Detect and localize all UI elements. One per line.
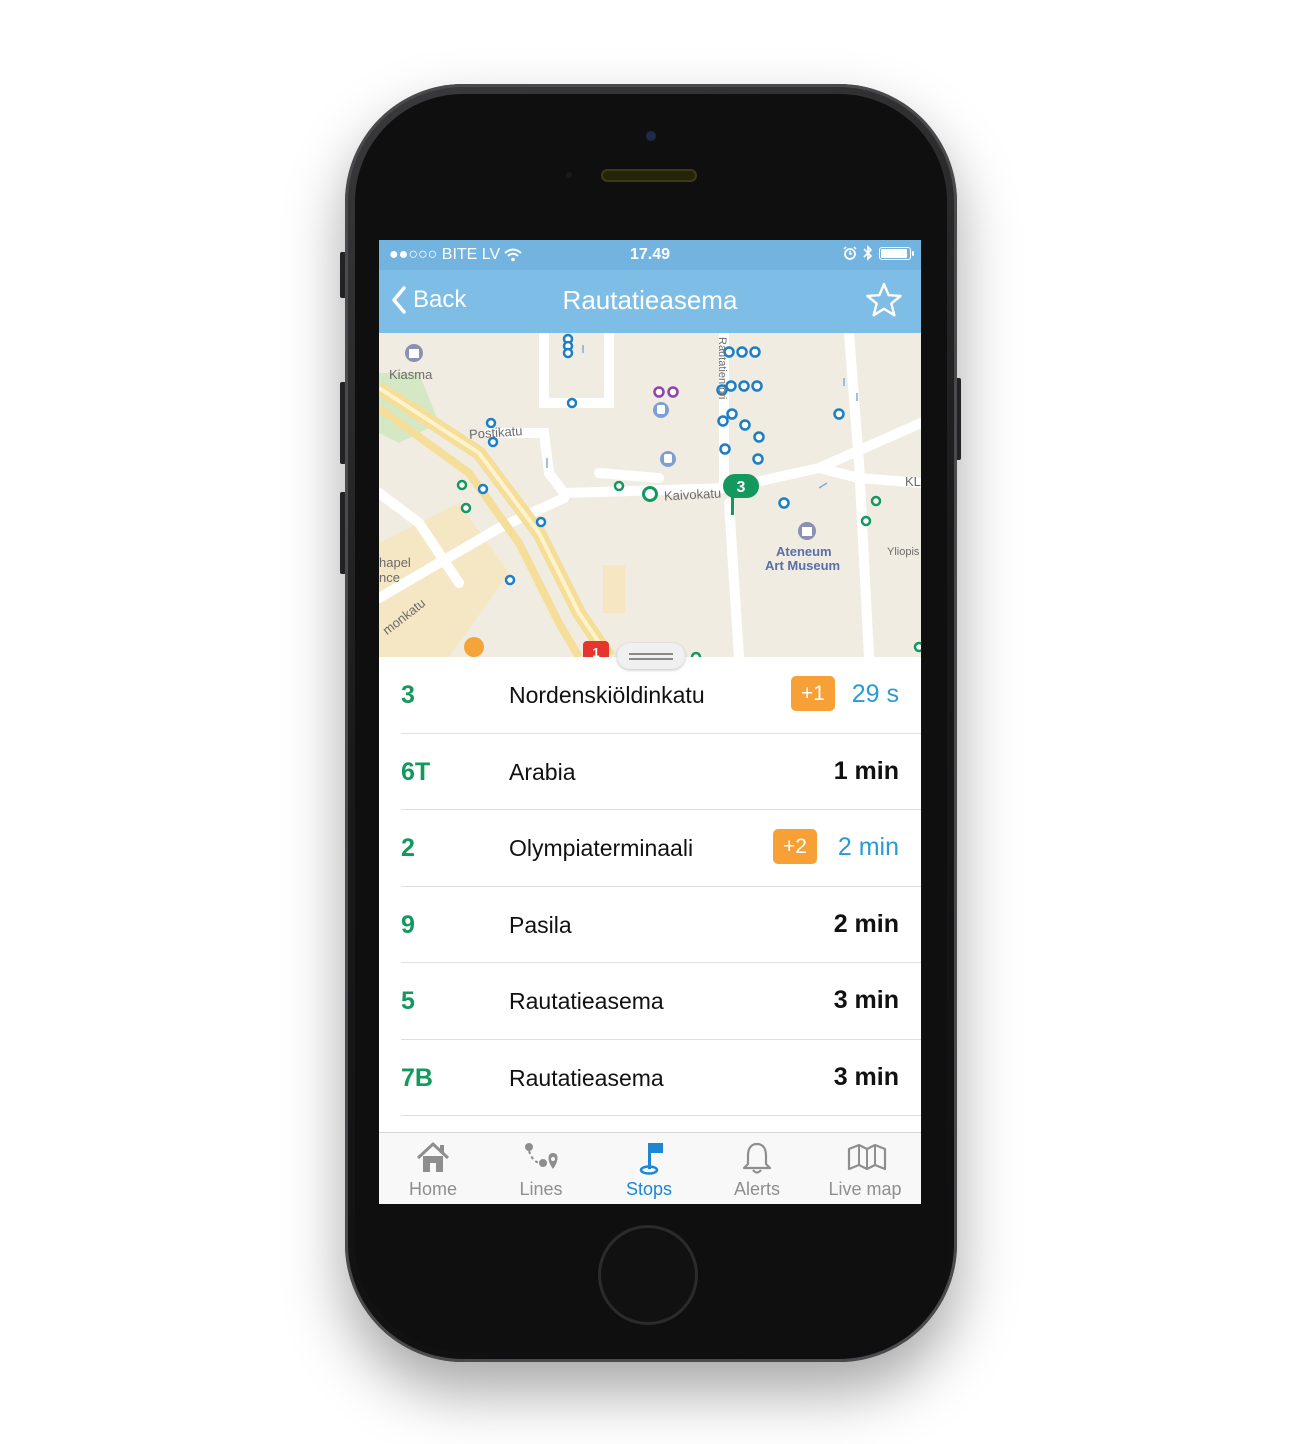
- tab-bar: Home Lines Stops Alerts Live map: [379, 1132, 921, 1204]
- destination: Rautatieasema: [509, 1064, 664, 1091]
- lines-icon: [525, 1143, 558, 1169]
- map-label-art-museum: Art Museum: [765, 558, 841, 573]
- metro-marker[interactable]: 1: [592, 645, 599, 657]
- map-canvas: 3 1: [379, 333, 921, 657]
- tab-label: Home: [408, 1179, 457, 1199]
- destination: Pasila: [509, 911, 572, 938]
- delay-badge: +2: [773, 829, 817, 864]
- departure-time: 29 s: [851, 680, 899, 708]
- departure-time: 1 min: [833, 756, 899, 785]
- departure-list: 3 Nordenskiöldinkatu +1 29 s 6T Arabia 1…: [379, 657, 921, 1116]
- tab-label: Live map: [828, 1179, 902, 1199]
- status-bar: ●●○○○ BITE LV 17.49: [379, 240, 921, 270]
- departure-time: 3 min: [833, 986, 899, 1014]
- departure-row[interactable]: 3 Nordenskiöldinkatu +1 29 s: [379, 657, 921, 734]
- departure-row[interactable]: 5 Rautatieasema 3 min: [379, 963, 921, 1040]
- bluetooth-icon: [863, 245, 873, 261]
- destination: Rautatieasema: [509, 988, 664, 1014]
- route-number: 3: [401, 681, 415, 709]
- tab-alerts[interactable]: Alerts: [703, 1133, 811, 1204]
- tab-live-map[interactable]: Live map: [811, 1133, 919, 1204]
- departure-row[interactable]: 6T Arabia 1 min: [379, 734, 921, 810]
- route-number: 9: [401, 910, 415, 939]
- stop-map[interactable]: 3 1 Kiasma Postikatu Kaivokatu Ateneum A…: [379, 333, 921, 657]
- status-time: 17.49: [629, 246, 671, 263]
- tab-lines[interactable]: Lines: [487, 1133, 595, 1204]
- tab-label: Lines: [519, 1179, 563, 1199]
- proximity-sensor: [566, 172, 572, 178]
- status-right: [843, 245, 914, 261]
- departure-row[interactable]: 2 Olympiaterminaali +2 2 min: [379, 810, 921, 887]
- tab-home[interactable]: Home: [379, 1133, 487, 1204]
- tab-label: Alerts: [733, 1179, 780, 1199]
- tab-label: Stops: [625, 1179, 673, 1199]
- map-label-kaivokatu: Kaivokatu: [663, 485, 722, 504]
- departure-time: 2 min: [837, 833, 899, 861]
- battery-icon: [879, 246, 914, 260]
- map-label-chapel-line2: nce: [379, 570, 400, 585]
- alarm-icon: [843, 246, 857, 260]
- route-number: 7B: [401, 1063, 433, 1092]
- star-outline-icon: [866, 282, 902, 317]
- route-number: 6T: [401, 757, 431, 786]
- stop-flag-icon: [639, 1143, 663, 1175]
- route-number: 2: [401, 834, 415, 862]
- page-title: Rautatieasema: [562, 285, 738, 315]
- row-divider: [401, 1115, 921, 1116]
- app-screen: ●●○○○ BITE LV 17.49 Back Rautatieasema 3…: [379, 240, 921, 1204]
- tab-stops[interactable]: Stops: [595, 1133, 703, 1204]
- map-label-ateneum: Ateneum: [776, 544, 832, 559]
- map-label-kl: KL: [905, 474, 921, 489]
- route-number: 5: [401, 987, 415, 1015]
- front-camera: [646, 131, 656, 141]
- navigation-bar: Back Rautatieasema: [379, 270, 921, 333]
- departure-row[interactable]: 7B Rautatieasema 3 min: [379, 1040, 921, 1116]
- bell-icon: [742, 1142, 772, 1174]
- destination: Nordenskiöldinkatu: [509, 682, 705, 708]
- earpiece-speaker: [601, 169, 697, 182]
- destination: Arabia: [509, 758, 576, 785]
- destination: Olympiaterminaali: [509, 835, 694, 861]
- delay-badge: +1: [791, 676, 835, 711]
- departure-row[interactable]: 9 Pasila 2 min: [379, 887, 921, 963]
- map-label-chapel: hapel: [379, 555, 411, 570]
- home-button[interactable]: [601, 1228, 695, 1322]
- map-label-rautatientori: Rautatientori: [716, 337, 728, 400]
- favorite-button[interactable]: [865, 282, 903, 323]
- map-label-kiasma: Kiasma: [389, 367, 433, 382]
- departure-time: 3 min: [833, 1062, 899, 1091]
- home-icon: [416, 1142, 450, 1172]
- departure-time: 2 min: [833, 909, 899, 938]
- map-label-yliopis: Yliopis: [887, 546, 920, 558]
- selected-stop-marker[interactable]: 3: [737, 479, 746, 496]
- map-icon: [847, 1143, 887, 1171]
